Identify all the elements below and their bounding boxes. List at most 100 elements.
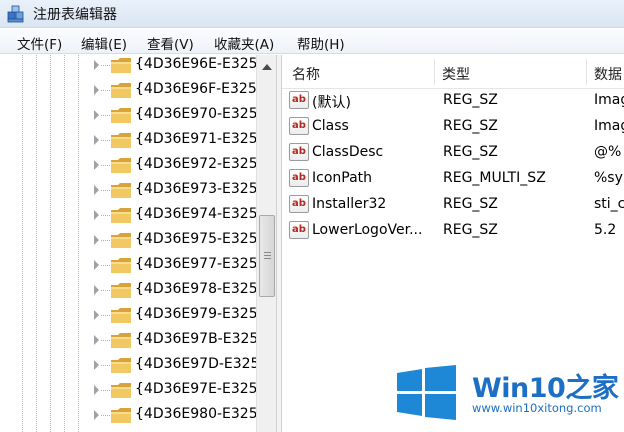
folder-icon — [111, 58, 131, 73]
tree-item[interactable]: {4D36E96E-E325 — [0, 55, 258, 78]
expand-arrow-icon[interactable] — [94, 210, 99, 220]
tree-item-label: {4D36E978-E325 — [135, 281, 258, 297]
tree-item-label: {4D36E973-E325 — [135, 181, 258, 197]
expand-arrow-icon[interactable] — [94, 235, 99, 245]
tree-connector — [101, 315, 110, 316]
expand-arrow-icon[interactable] — [94, 410, 99, 420]
registry-value-row[interactable]: ab ClassDesc REG_SZ @% — [282, 140, 624, 166]
value-name: (默认) — [312, 95, 351, 111]
expand-arrow-icon[interactable] — [94, 135, 99, 145]
watermark-url: www.win10xitong.com — [472, 401, 602, 415]
tree-item[interactable]: {4D36E979-E325 — [0, 303, 258, 328]
expand-arrow-icon[interactable] — [94, 85, 99, 95]
expand-arrow-icon[interactable] — [94, 160, 99, 170]
watermark: Win10之家 www.win10xitong.com — [395, 358, 624, 432]
value-type: REG_MULTI_SZ — [443, 170, 546, 186]
tree-item-label: {4D36E977-E325 — [135, 256, 258, 272]
registry-value-row[interactable]: abClass REG_SZ Imag — [282, 114, 624, 140]
folder-icon — [111, 133, 131, 148]
folder-icon — [111, 358, 131, 373]
watermark-brand-zh: 之家 — [565, 373, 619, 404]
tree-item-label: {4D36E979-E325 — [135, 306, 258, 322]
tree-item-label: {4D36E972-E325 — [135, 156, 258, 172]
scrollbar-thumb[interactable] — [259, 215, 275, 297]
string-value-icon: ab — [289, 117, 309, 135]
registry-value-row[interactable]: ab Installer32 REG_SZ sti_c — [282, 192, 624, 218]
column-header-type[interactable]: 类型 — [442, 64, 470, 84]
tree-connector — [101, 90, 110, 91]
tree-item[interactable]: {4D36E97D-E325 — [0, 353, 260, 378]
folder-icon — [111, 158, 131, 173]
tree-item[interactable]: {4D36E97B-E325 — [0, 328, 259, 353]
expand-arrow-icon[interactable] — [94, 285, 99, 295]
menu-help[interactable]: 帮助(H) — [297, 33, 345, 53]
menu-file[interactable]: 文件(F) — [17, 33, 62, 53]
registry-value-row[interactable]: ab LowerLogoVer... REG_SZ 5.2 — [282, 218, 624, 244]
expand-arrow-icon[interactable] — [94, 185, 99, 195]
expand-arrow-icon[interactable] — [94, 335, 99, 345]
registry-tree[interactable]: {4D36E96E-E325 {4D36E96F-E325 {4D36E970-E3… — [0, 55, 276, 432]
value-name: Class — [312, 118, 349, 134]
scroll-up-arrow-icon[interactable] — [262, 64, 272, 70]
folder-icon — [111, 283, 131, 298]
tree-connector — [101, 290, 110, 291]
tree-connector — [101, 390, 110, 391]
registry-value-row[interactable]: ab IconPath REG_MULTI_SZ %sy — [282, 166, 624, 192]
tree-connector — [101, 240, 110, 241]
tree-item[interactable]: {4D36E977-E325 — [0, 253, 258, 278]
grip-line — [264, 252, 271, 253]
folder-icon — [111, 258, 131, 273]
folder-icon — [111, 383, 131, 398]
tree-scrollbar[interactable] — [256, 55, 276, 432]
folder-icon — [111, 333, 131, 348]
tree-item-label: {4D36E974-E325 — [135, 206, 258, 222]
tree-item-label: {4D36E980-E325 — [135, 406, 258, 422]
expand-arrow-icon[interactable] — [94, 310, 99, 320]
tree-item[interactable]: {4D36E970-E325 — [0, 103, 258, 128]
tree-item[interactable]: {4D36E97E-E325 — [0, 378, 258, 403]
folder-icon — [111, 183, 131, 198]
tree-connector — [101, 340, 110, 341]
value-type: REG_SZ — [443, 144, 498, 160]
expand-arrow-icon[interactable] — [94, 110, 99, 120]
column-separator[interactable] — [586, 59, 587, 85]
tree-connector — [101, 165, 110, 166]
expand-arrow-icon[interactable] — [94, 60, 99, 70]
value-name: Installer32 — [312, 196, 387, 212]
tree-item[interactable]: {4D36E980-E325 — [0, 403, 258, 428]
windows-logo-icon — [397, 365, 456, 420]
menu-edit[interactable]: 编辑(E) — [81, 33, 127, 53]
tree-item[interactable]: {4D36E96F-E325 — [0, 78, 257, 103]
menu-view[interactable]: 查看(V) — [147, 33, 194, 53]
column-header-data[interactable]: 数据 — [594, 64, 622, 84]
value-type: REG_SZ — [443, 92, 498, 108]
tree-item[interactable]: {4D36E973-E325 — [0, 178, 258, 203]
grip-line — [264, 258, 271, 259]
tree-item-label: {4D36E97B-E325 — [135, 331, 259, 347]
tree-item[interactable]: {4D36E975-E325 — [0, 228, 258, 253]
watermark-brand-en: Win10 — [472, 373, 566, 404]
string-value-icon: ab — [289, 91, 309, 109]
tree-connector — [101, 65, 110, 66]
tree-connector — [101, 415, 110, 416]
menu-favorites[interactable]: 收藏夹(A) — [214, 33, 274, 53]
tree-item[interactable]: {4D36E974-E325 — [0, 203, 258, 228]
tree-item-label: {4D36E96F-E325 — [135, 81, 257, 97]
tree-item-label: {4D36E971-E325 — [135, 131, 258, 147]
value-name: LowerLogoVer... — [312, 222, 423, 238]
registry-value-row[interactable]: ab(默认) REG_SZ Imag — [282, 88, 624, 114]
tree-item-label: {4D36E975-E325 — [135, 231, 258, 247]
tree-item-label: {4D36E97D-E325 — [135, 356, 260, 372]
tree-item[interactable]: {4D36E978-E325 — [0, 278, 258, 303]
expand-arrow-icon[interactable] — [94, 360, 99, 370]
value-data: sti_c — [594, 196, 624, 212]
list-header: 名称 类型 数据 — [282, 55, 624, 89]
tree-item[interactable]: {4D36E972-E325 — [0, 153, 258, 178]
expand-arrow-icon[interactable] — [94, 385, 99, 395]
column-separator[interactable] — [434, 59, 435, 85]
expand-arrow-icon[interactable] — [94, 260, 99, 270]
folder-icon — [111, 208, 131, 223]
column-header-name[interactable]: 名称 — [292, 64, 320, 84]
folder-icon — [111, 408, 131, 423]
tree-item[interactable]: {4D36E971-E325 — [0, 128, 258, 153]
